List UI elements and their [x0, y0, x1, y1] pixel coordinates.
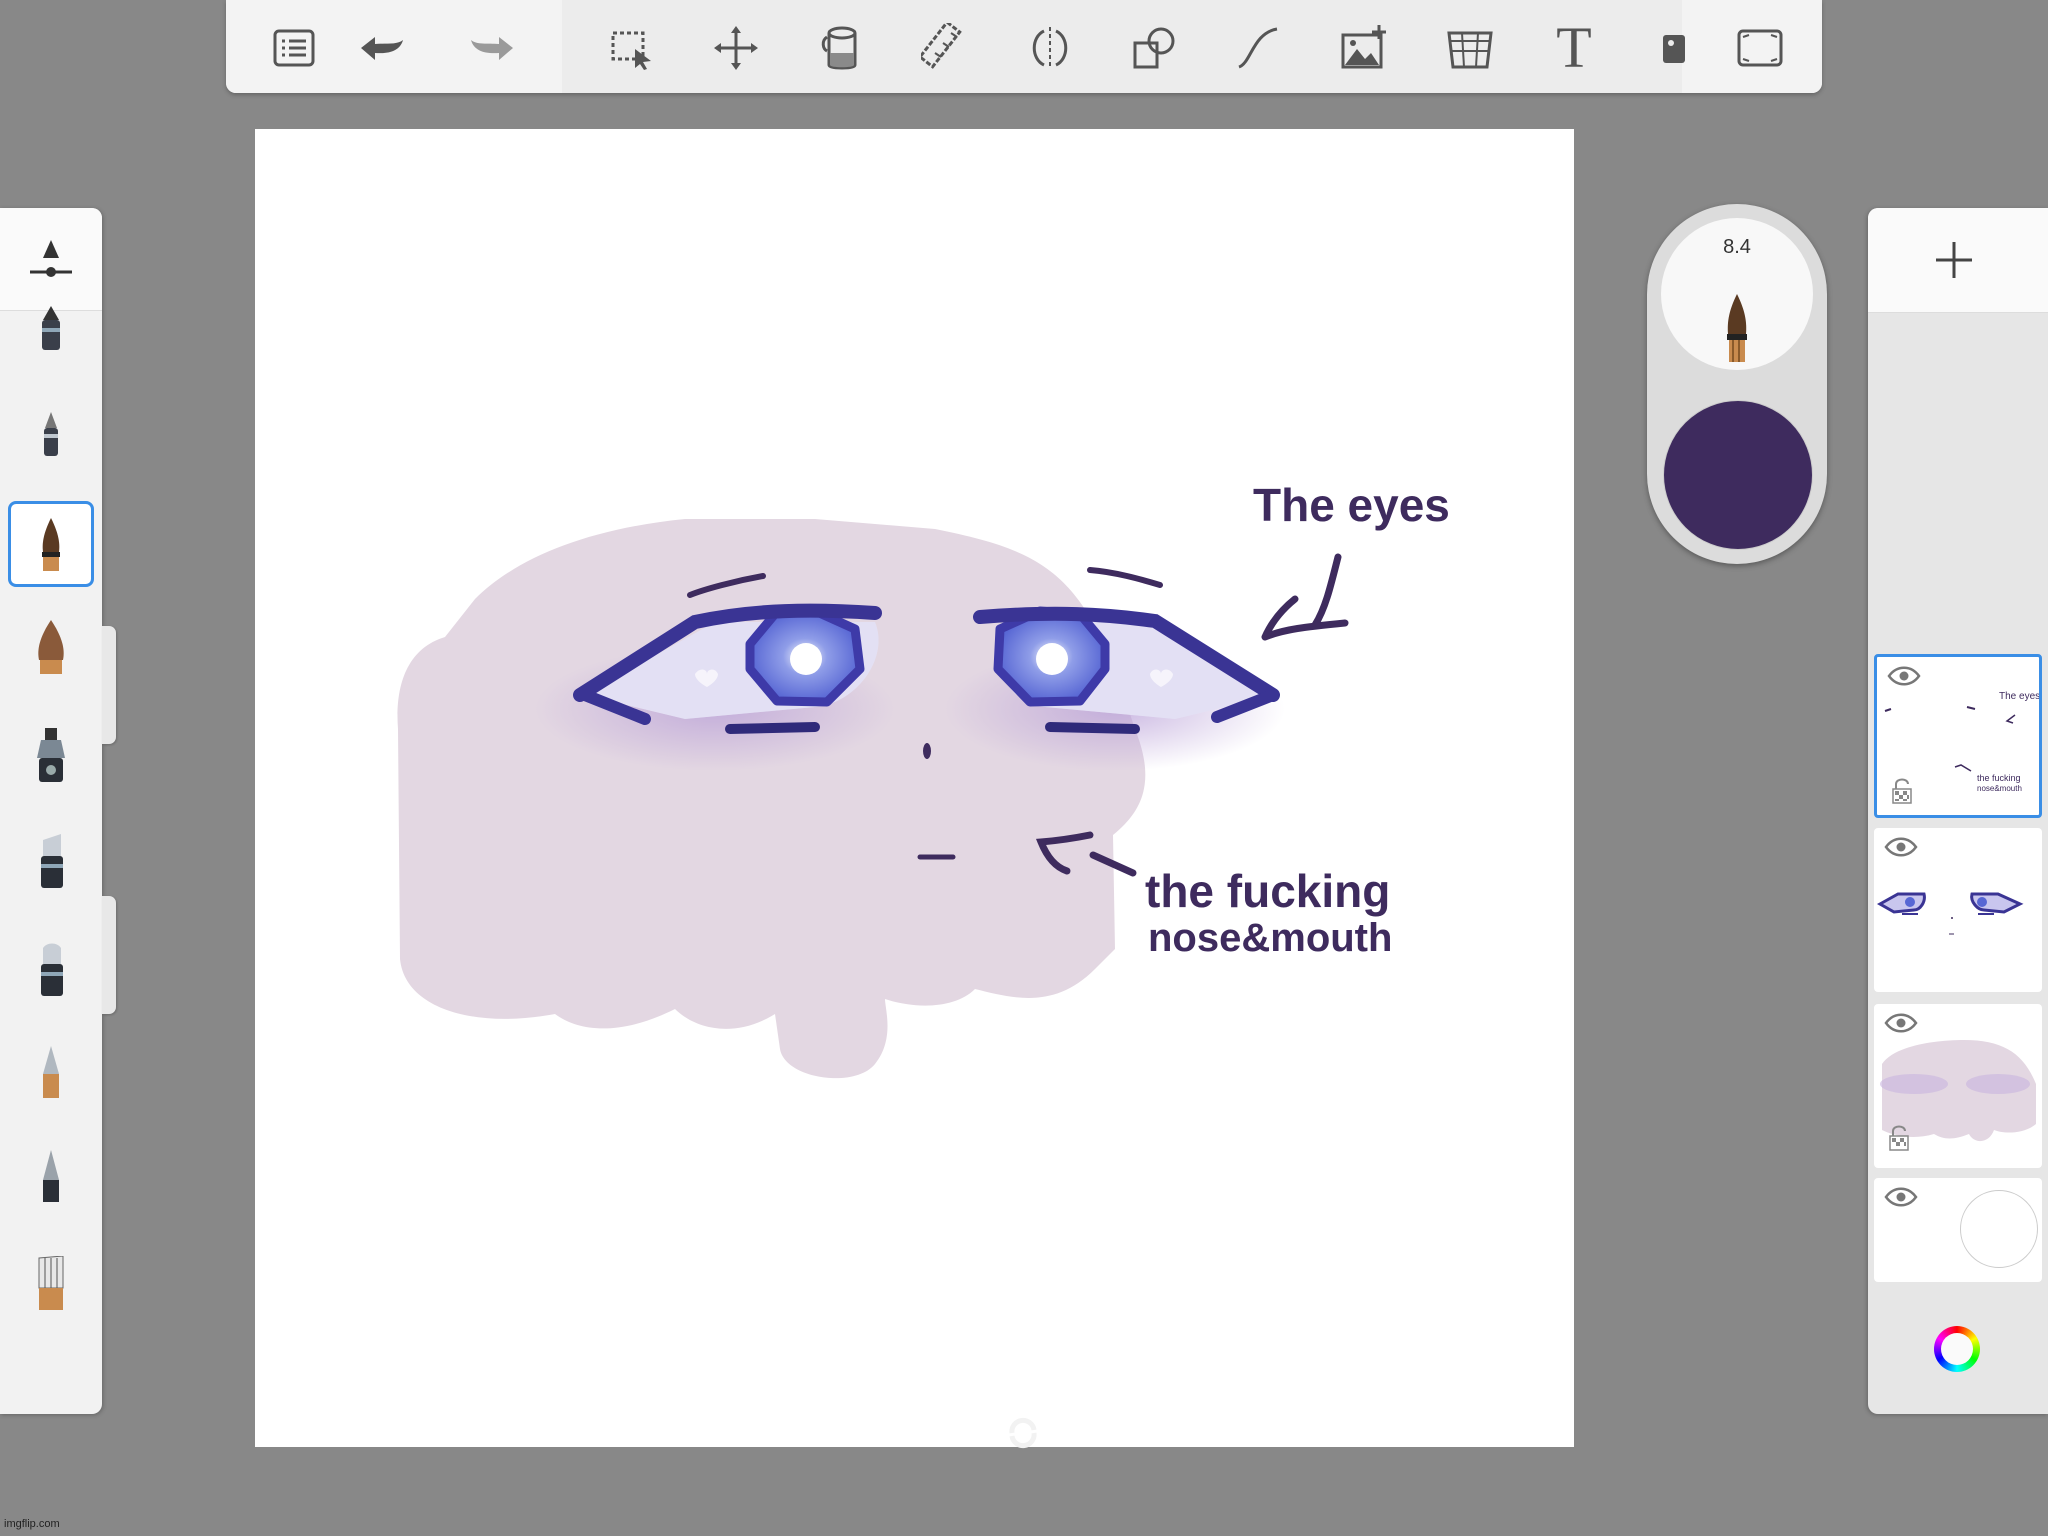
fullscreen-icon[interactable] [1732, 20, 1788, 76]
drawing-canvas[interactable]: The eyes the fucking nose&mouth [255, 129, 1574, 1447]
alpha-lock-icon[interactable] [1891, 777, 1913, 805]
brush-puck[interactable]: 8.4 [1647, 204, 1827, 564]
selection-icon[interactable] [604, 20, 660, 76]
ink-brush-icon [42, 518, 60, 571]
brush-library [0, 208, 102, 1414]
visibility-eye-icon[interactable] [1887, 665, 1921, 687]
artwork: The eyes the fucking nose&mouth [397, 479, 1450, 1079]
chisel-marker-brush-button[interactable] [8, 927, 94, 1013]
import-image-icon[interactable] [1336, 20, 1392, 76]
ruler-icon[interactable] [918, 20, 974, 76]
thumb-text-line1: the fucking [1977, 773, 2021, 783]
top-toolbar: T [226, 0, 1822, 93]
soft-pencil-brush-button[interactable] [8, 1029, 94, 1115]
flipbook-icon[interactable] [1646, 20, 1702, 76]
add-layer-area [1868, 208, 2048, 313]
annotation-mouth-line2: nose&mouth [1148, 916, 1392, 960]
ink-brush-brush-button[interactable] [8, 501, 94, 587]
pencil-brush-button[interactable] [8, 287, 94, 373]
pencil-icon [42, 306, 60, 350]
add-layer-icon[interactable] [1930, 236, 1978, 284]
layer-face-base[interactable] [1874, 1004, 2042, 1168]
airbrush-icon [37, 728, 65, 782]
brush-properties-icon [30, 240, 72, 277]
background-color-swatch[interactable] [1960, 1190, 2038, 1268]
text-icon[interactable]: T [1546, 15, 1602, 80]
transform-icon[interactable] [708, 20, 764, 76]
layer-annotations[interactable]: The eyes the fucking nose&mouth [1874, 654, 2042, 818]
layer-background[interactable] [1874, 1178, 2042, 1282]
hard-pencil-brush-button[interactable] [8, 1133, 94, 1219]
paint-brush-brush-button[interactable] [8, 605, 94, 691]
thumb-text-line2: nose&mouth [1977, 784, 2022, 793]
undo-icon[interactable] [354, 20, 410, 76]
marker-brush-button[interactable] [8, 819, 94, 905]
visibility-eye-icon[interactable] [1884, 836, 1918, 858]
alpha-lock-icon[interactable] [1888, 1124, 1910, 1152]
brush-size-value: 8.4 [1723, 236, 1751, 258]
eyes-arrow [1261, 553, 1349, 641]
rotate-canvas-icon[interactable] [1006, 1416, 1040, 1450]
annotation-mouth-line1: the fucking [1145, 865, 1390, 917]
soft-pencil-icon [43, 1046, 59, 1098]
paint-brush-icon [38, 620, 64, 674]
color-wheel-icon[interactable] [1934, 1326, 1980, 1372]
layer-eyes[interactable] [1874, 828, 2042, 992]
flat-brush-icon [38, 1256, 64, 1310]
brush-size-puck[interactable]: 8.4 [1661, 218, 1813, 370]
chisel-marker-icon [41, 943, 63, 996]
hard-pencil-icon [43, 1150, 59, 1202]
shapes-icon[interactable] [1126, 20, 1182, 76]
nose [923, 743, 931, 759]
fill-icon[interactable] [814, 20, 870, 76]
text-tool-glyph: T [1556, 15, 1592, 80]
list-icon[interactable] [266, 20, 322, 76]
color-puck[interactable] [1663, 400, 1813, 550]
brush-size-slider[interactable] [102, 626, 116, 744]
annotation-eyes: The eyes [1253, 479, 1450, 531]
fineliner-icon [44, 412, 58, 456]
curve-icon[interactable] [1230, 20, 1286, 76]
redo-icon[interactable] [464, 20, 520, 76]
symmetry-icon[interactable] [1022, 20, 1078, 76]
face-shape [397, 519, 1146, 1079]
fineliner-brush-button[interactable] [8, 393, 94, 479]
marker-icon [41, 834, 63, 888]
right-eyebrow [1087, 567, 1163, 588]
brush-opacity-slider[interactable] [102, 896, 116, 1014]
layer-panel: The eyes the fucking nose&mouth [1868, 208, 2048, 1414]
airbrush-brush-button[interactable] [8, 713, 94, 799]
thumb-text-eyes: The eyes [1999, 691, 2040, 702]
watermark: imgflip.com [4, 1518, 60, 1530]
visibility-eye-icon[interactable] [1884, 1186, 1918, 1208]
ink-brush-icon [1727, 294, 1747, 362]
perspective-icon[interactable] [1442, 20, 1498, 76]
visibility-eye-icon[interactable] [1884, 1012, 1918, 1034]
flat-brush-brush-button[interactable] [8, 1241, 94, 1327]
